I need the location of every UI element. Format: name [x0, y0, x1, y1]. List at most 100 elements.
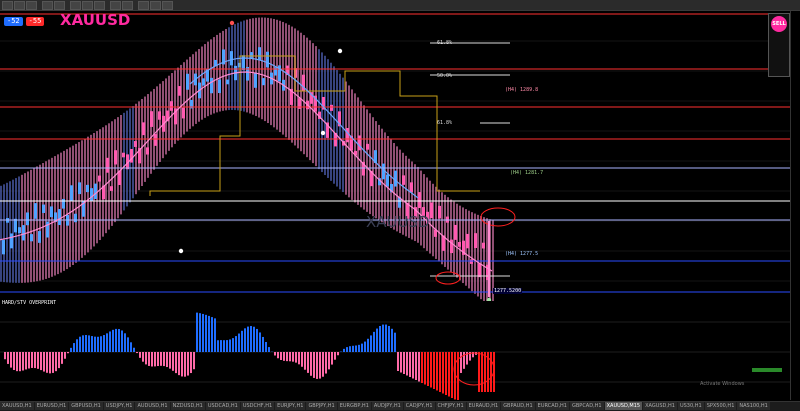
histogram-bar: [193, 352, 195, 369]
chart-tab[interactable]: XAUUSD,H1: [0, 402, 34, 410]
chart-tab[interactable]: SPX500,H1: [705, 402, 737, 410]
chart-tab[interactable]: GBPAUD,H1: [501, 402, 534, 410]
histogram-bar: [142, 352, 144, 362]
band-bar: [159, 84, 161, 162]
histogram-bar: [370, 335, 372, 352]
band-bar: [258, 18, 260, 118]
histogram-bar: [82, 335, 84, 352]
candle: [94, 184, 97, 199]
chart-tab[interactable]: EURUSD,H1: [35, 402, 69, 410]
info-panel[interactable]: SELL: [768, 13, 790, 77]
chart-tab[interactable]: GBPJPY,H1: [306, 402, 336, 410]
candle: [50, 206, 53, 217]
period-m1-button[interactable]: [138, 1, 149, 10]
histogram-bar: [238, 334, 240, 352]
chart-tab[interactable]: EURCAD,H1: [536, 402, 569, 410]
band-bar: [189, 57, 191, 129]
band-bar: [39, 165, 41, 281]
price-axis[interactable]: [790, 11, 800, 400]
candle: [150, 111, 153, 127]
histogram-bar: [106, 333, 108, 352]
zoom-in-icon[interactable]: [42, 1, 53, 10]
band-bar: [270, 18, 272, 125]
fib-label-1: 61.8%: [437, 40, 452, 46]
band-bar: [468, 211, 470, 289]
zoom-out-icon[interactable]: [54, 1, 65, 10]
open-icon[interactable]: [14, 1, 25, 10]
band-bar: [30, 170, 32, 282]
indicator-subwindow[interactable]: [0, 302, 790, 400]
chart-tab[interactable]: CADJPY,H1: [404, 402, 435, 410]
chart-tab[interactable]: XAUUSD,M15: [605, 402, 642, 410]
chart-tab[interactable]: AUDUSD,H1: [135, 402, 169, 410]
new-order-button[interactable]: [122, 1, 133, 10]
chart-tab[interactable]: USDCHF,H1: [241, 402, 274, 410]
price-chart[interactable]: [0, 11, 790, 301]
band-bar: [66, 149, 68, 269]
chart-tab[interactable]: EURJPY,H1: [275, 402, 305, 410]
chart-tab[interactable]: NZDUSD,H1: [171, 402, 205, 410]
band-bar: [114, 119, 116, 222]
band-bar: [219, 33, 221, 112]
histogram-bar: [268, 347, 270, 352]
band-bar: [42, 163, 44, 280]
chart-tab[interactable]: GBPUSD,H1: [69, 402, 103, 410]
line-tool-icon[interactable]: [82, 1, 93, 10]
badge-right: -55: [26, 17, 45, 26]
candle: [122, 153, 125, 158]
symbol-title: XAUUSD: [60, 11, 130, 29]
histogram-bar: [127, 337, 129, 352]
chart-tab[interactable]: XAGUSD,H1: [643, 402, 677, 410]
histogram-bar: [460, 352, 462, 373]
histogram-bar: [115, 329, 117, 352]
chart-tab[interactable]: CHFJPY,H1: [436, 402, 466, 410]
chart-tab[interactable]: GBPCAD,H1: [570, 402, 604, 410]
period-h1-button[interactable]: [150, 1, 161, 10]
save-icon[interactable]: [26, 1, 37, 10]
candle: [366, 144, 369, 150]
histogram-bar: [319, 352, 321, 379]
new-chart-icon[interactable]: [2, 1, 13, 10]
chart-tab[interactable]: USDCAD,H1: [206, 402, 240, 410]
band-bar: [327, 59, 329, 178]
candle: [74, 214, 77, 222]
histogram-bars: [4, 313, 495, 400]
histogram-bar: [277, 352, 279, 358]
histogram-bar: [34, 352, 36, 368]
period-d1-button[interactable]: [162, 1, 173, 10]
candle: [182, 108, 185, 119]
band-bar: [342, 78, 344, 192]
level-label-1: (H4) 1281.7: [510, 170, 543, 176]
histogram-bar: [145, 352, 147, 364]
candle: [358, 135, 361, 150]
chart-tab[interactable]: EURAUD,H1: [467, 402, 501, 410]
candle: [114, 150, 117, 164]
chart-tab[interactable]: NAS100,H1: [737, 402, 769, 410]
band-bar: [216, 35, 218, 112]
histogram-bar: [322, 352, 324, 377]
candle: [394, 171, 397, 187]
band-bar: [480, 216, 482, 299]
chart-tab[interactable]: EURGBP,H1: [338, 402, 371, 410]
band-bar: [483, 217, 485, 301]
chart-tab[interactable]: US30,H1: [678, 402, 704, 410]
crosshair-icon[interactable]: [70, 1, 81, 10]
autotrading-button[interactable]: [110, 1, 121, 10]
candle: [226, 80, 229, 85]
band-bar: [12, 180, 14, 283]
histogram-bar: [262, 337, 264, 352]
band-bar: [336, 70, 338, 187]
band-bar: [354, 93, 356, 202]
histogram-bar: [88, 335, 90, 352]
candle: [202, 78, 205, 85]
level-label-3: (H4) 1289.8: [505, 87, 538, 93]
histogram-bar: [4, 352, 6, 359]
mini-bar: [752, 368, 782, 372]
band-bar: [27, 171, 29, 282]
band-bar: [177, 68, 179, 141]
chart-tab[interactable]: AUDJPY,H1: [372, 402, 403, 410]
text-tool-icon[interactable]: [94, 1, 105, 10]
candle: [402, 175, 405, 184]
chart-tab[interactable]: USDJPY,H1: [104, 402, 135, 410]
activate-windows-text: Activate Windows: [700, 381, 744, 387]
